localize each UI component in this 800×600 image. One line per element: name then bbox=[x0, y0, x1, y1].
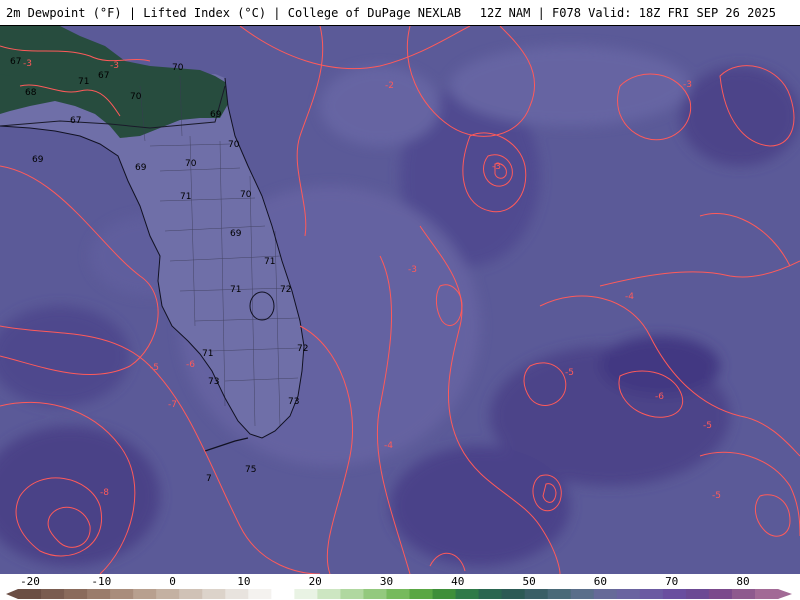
dewpoint-label: 71 bbox=[180, 192, 191, 202]
colorbar-swatch bbox=[409, 589, 434, 599]
dewpoint-label: 71 bbox=[78, 77, 89, 87]
dewpoint-label: 71 bbox=[230, 285, 241, 295]
colorbar-max-arrow bbox=[778, 589, 792, 599]
lifted-index-label: -2 bbox=[385, 81, 394, 91]
colorbar-swatch bbox=[547, 589, 572, 599]
colorbar-swatch bbox=[110, 589, 134, 599]
dewpoint-label: 75 bbox=[245, 465, 256, 475]
colorbar-swatch bbox=[639, 589, 664, 599]
dewpoint-label: 70 bbox=[130, 92, 142, 102]
lifted-index-label: -8 bbox=[100, 488, 109, 498]
dewpoint-label: 70 bbox=[228, 140, 240, 150]
colorbar-swatch bbox=[386, 589, 411, 599]
lifted-index-label: -4 bbox=[625, 292, 634, 302]
colorbar-swatch bbox=[754, 589, 779, 599]
colorbar-swatch bbox=[455, 589, 480, 599]
colorbar-swatch bbox=[524, 589, 549, 599]
colorbar-tick-label: 20 bbox=[308, 575, 322, 588]
dewpoint-label: 70 bbox=[240, 190, 252, 200]
colorbar: -20 -10 0 10 20 30 40 50 60 70 80 bbox=[0, 574, 800, 600]
dewpoint-label: 72 bbox=[297, 344, 308, 354]
dewpoint-label: 71 bbox=[202, 349, 213, 359]
lifted-index-label: -5 bbox=[703, 421, 712, 431]
dewpoint-label: 69 bbox=[230, 229, 242, 239]
colorbar-swatch bbox=[708, 589, 733, 599]
colorbar-swatch bbox=[156, 589, 180, 599]
colorbar-swatch bbox=[317, 589, 341, 599]
colorbar-tick-label: 80 bbox=[736, 575, 750, 588]
colorbar-tick-label: 50 bbox=[522, 575, 536, 588]
lifted-index-label: -3 bbox=[110, 61, 119, 71]
dewpoint-label: 67 bbox=[10, 57, 21, 67]
dark-patch bbox=[680, 66, 800, 166]
product-title: 2m Dewpoint (°F) | Lifted Index (°C) | C… bbox=[6, 6, 462, 20]
dewpoint-label: 70 bbox=[185, 159, 197, 169]
lifted-index-label: -7 bbox=[168, 400, 177, 410]
colorbar-tick-label: 0 bbox=[169, 575, 176, 588]
colorbar-tick-label: -10 bbox=[91, 575, 112, 588]
colorbar-tick-label: 40 bbox=[451, 575, 465, 588]
colorbar-tick-label: 60 bbox=[593, 575, 608, 588]
colorbar-scale bbox=[6, 589, 792, 599]
dewpoint-label: 70 bbox=[172, 63, 184, 73]
colorbar-swatch bbox=[731, 589, 756, 599]
light-patch bbox=[320, 66, 440, 146]
lifted-index-label: -5 bbox=[150, 363, 159, 373]
map-header: 2m Dewpoint (°F) | Lifted Index (°C) | C… bbox=[0, 0, 800, 26]
colorbar-swatch bbox=[87, 589, 111, 599]
colorbar-swatch bbox=[363, 589, 387, 599]
dewpoint-label: 73 bbox=[208, 377, 219, 387]
colorbar-swatch bbox=[133, 589, 157, 599]
dewpoint-label: 7 bbox=[206, 474, 212, 484]
colorbar-tick-label: 70 bbox=[665, 575, 679, 588]
dewpoint-label: 72 bbox=[280, 285, 291, 295]
colorbar-swatch bbox=[478, 589, 503, 599]
lifted-index-label: -4 bbox=[384, 441, 393, 451]
dewpoint-label: 69 bbox=[135, 163, 147, 173]
colorbar-swatch bbox=[432, 589, 457, 599]
colorbar-swatch bbox=[248, 589, 272, 599]
dewpoint-label: 73 bbox=[288, 397, 299, 407]
model-run-info: 12Z NAM | F078 Valid: 18Z FRI SEP 26 202… bbox=[479, 6, 776, 20]
colorbar-swatch bbox=[294, 589, 318, 599]
lifted-index-label: -3 bbox=[683, 80, 692, 90]
colorbar-tick-label: 30 bbox=[379, 575, 394, 588]
lifted-index-label: -3 bbox=[492, 162, 501, 172]
lifted-index-label: -3 bbox=[23, 59, 32, 69]
colorbar-swatch bbox=[64, 589, 88, 599]
lifted-index-label: -5 bbox=[565, 368, 574, 378]
colorbar-swatch bbox=[685, 589, 710, 599]
colorbar-swatch bbox=[18, 589, 42, 599]
colorbar-tick-labels: -20 -10 0 10 20 30 40 50 60 70 80 bbox=[0, 574, 800, 588]
colorbar-swatch bbox=[570, 589, 595, 599]
colorbar-tick-label: 10 bbox=[237, 575, 251, 588]
light-patch bbox=[450, 46, 690, 126]
colorbar-swatch bbox=[179, 589, 203, 599]
dark-patch bbox=[390, 446, 570, 566]
dewpoint-label: 69 bbox=[32, 155, 44, 165]
dewpoint-label: 71 bbox=[264, 257, 275, 267]
lifted-index-label: -5 bbox=[712, 491, 721, 501]
dewpoint-label: 69 bbox=[210, 110, 222, 120]
colorbar-swatch bbox=[593, 589, 618, 599]
colorbar-swatch bbox=[340, 589, 364, 599]
dewpoint-label: 67 bbox=[70, 116, 81, 126]
colorbar-swatch bbox=[202, 589, 226, 599]
dark-patch bbox=[600, 336, 720, 396]
lifted-index-label: -6 bbox=[186, 360, 195, 370]
colorbar-swatch bbox=[41, 589, 65, 599]
colorbar-swatch bbox=[616, 589, 641, 599]
dewpoint-label: 67 bbox=[98, 71, 109, 81]
colorbar-swatch bbox=[662, 589, 687, 599]
lifted-index-label: -3 bbox=[408, 265, 417, 275]
colorbar-swatch bbox=[501, 589, 526, 599]
colorbar-tick-label: -20 bbox=[20, 575, 40, 588]
colorbar-swatch bbox=[271, 589, 295, 599]
colorbar-swatch bbox=[225, 589, 249, 599]
lifted-index-label: -6 bbox=[655, 392, 664, 402]
colorbar-min-arrow bbox=[6, 589, 18, 599]
dewpoint-label: 68 bbox=[25, 88, 37, 98]
weather-map: 67 71 67 70 68 70 67 69 69 70 70 69 71 70 69 71 71 72 71 72… bbox=[0, 26, 800, 574]
